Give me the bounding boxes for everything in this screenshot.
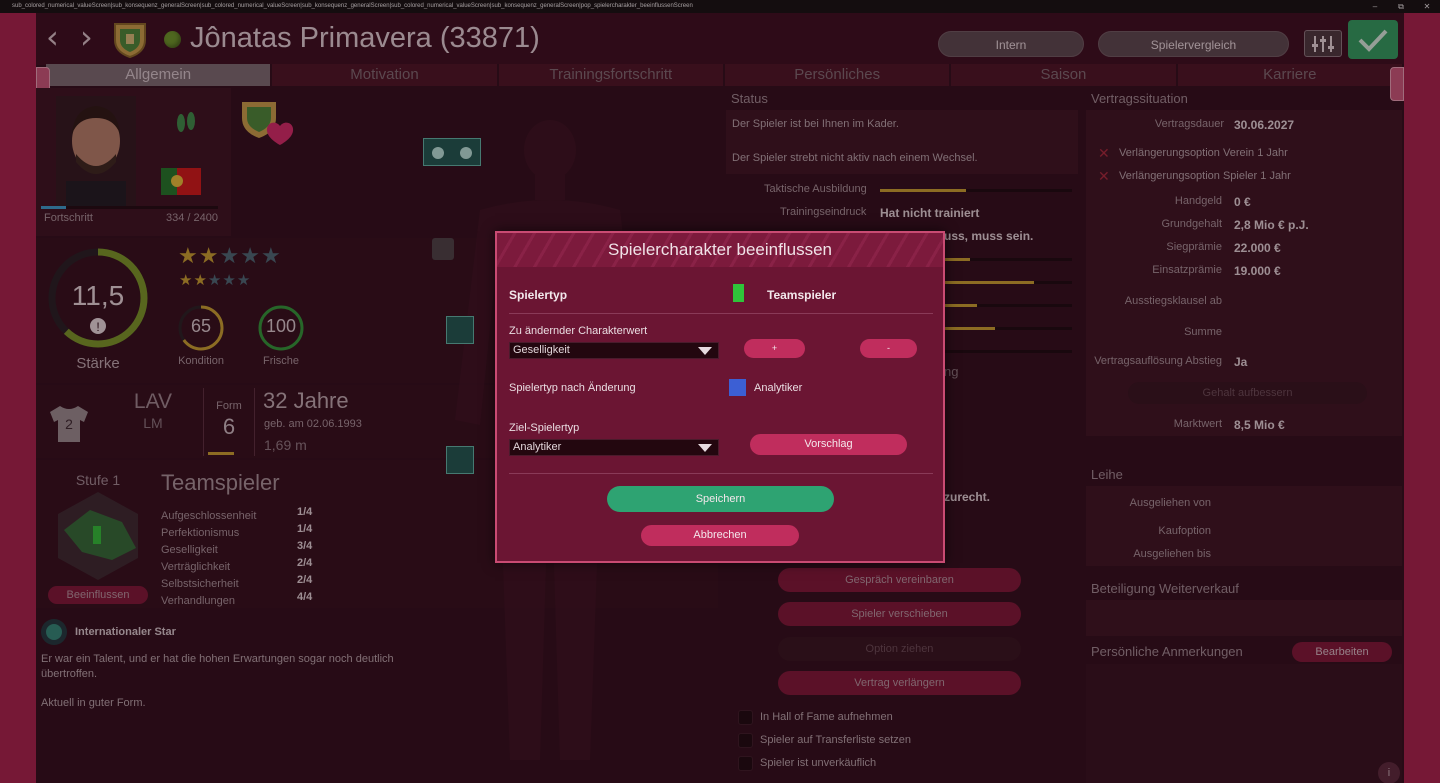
cancel-button[interactable]: Abbrechen	[641, 525, 799, 546]
change-trait-label: Zu ändernder Charakterwert	[509, 325, 648, 337]
type-label: Spielertyp	[509, 288, 568, 302]
dialog-title: Spielercharakter beeinflussen	[497, 233, 943, 267]
suggest-button[interactable]: Vorschlag	[750, 434, 907, 455]
after-type-color-swatch	[729, 379, 746, 396]
dialog-divider	[509, 313, 933, 314]
after-change-value: Analytiker	[754, 382, 803, 394]
chevron-down-icon	[698, 444, 712, 452]
plus-button[interactable]: +	[744, 339, 805, 358]
chevron-down-icon	[698, 347, 712, 355]
after-change-label: Spielertyp nach Änderung	[509, 382, 636, 394]
change-trait-dropdown[interactable]: Geselligkeit	[509, 342, 719, 359]
target-type-value: Analytiker	[513, 441, 562, 453]
dialog-divider	[509, 473, 933, 474]
save-button[interactable]: Speichern	[607, 486, 834, 512]
influence-character-dialog: Spielercharakter beeinflussen Spielertyp…	[495, 231, 945, 563]
target-type-label: Ziel-Spielertyp	[509, 422, 580, 434]
change-trait-value: Geselligkeit	[513, 344, 570, 356]
minus-button[interactable]: -	[860, 339, 917, 358]
type-value: Teamspieler	[767, 288, 837, 302]
target-type-dropdown[interactable]: Analytiker	[509, 439, 719, 456]
type-color-swatch	[733, 284, 744, 302]
